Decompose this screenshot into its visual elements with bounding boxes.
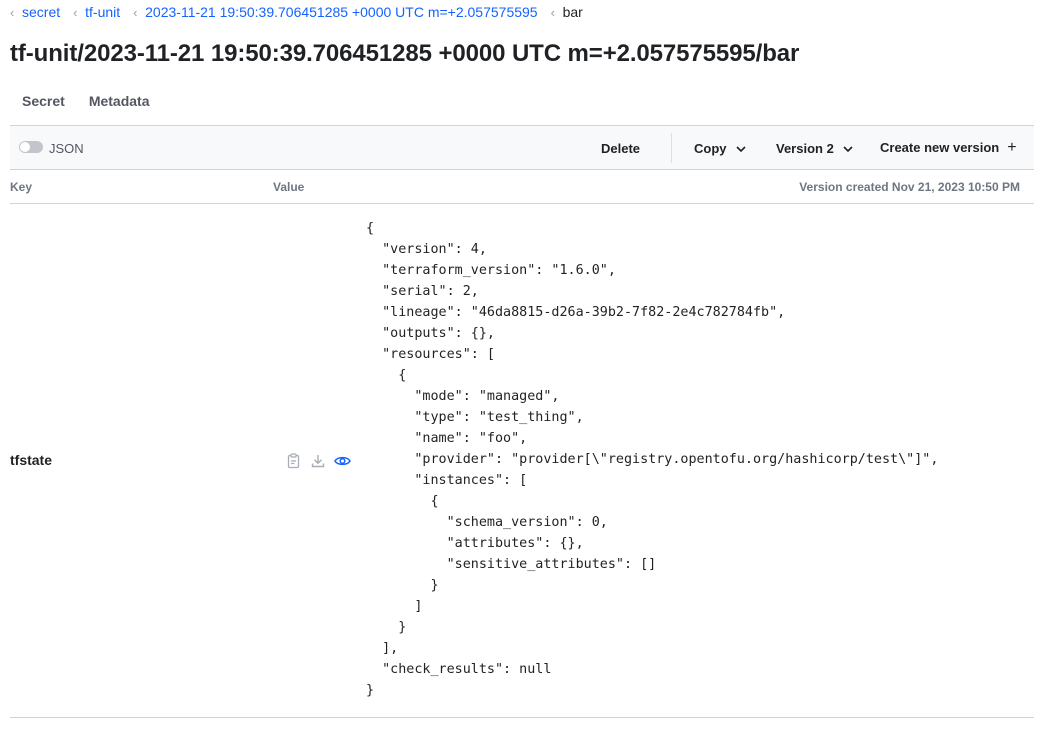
copy-icon[interactable]	[286, 453, 302, 469]
version-created-text: Version created Nov 21, 2023 10:50 PM	[799, 180, 1020, 194]
tab-secret[interactable]: Secret	[22, 93, 65, 109]
copy-dropdown-button[interactable]: Copy	[694, 141, 747, 156]
secret-toolbar: JSON Delete Copy Version 2 Create new ve…	[10, 125, 1034, 170]
version-label: Version 2	[776, 141, 834, 156]
delete-button[interactable]: Delete	[601, 141, 640, 156]
json-toggle[interactable]	[19, 141, 43, 153]
copy-label: Copy	[694, 141, 727, 156]
tab-metadata[interactable]: Metadata	[89, 93, 150, 109]
chevron-down-icon	[735, 145, 746, 152]
value-actions	[286, 453, 358, 469]
secret-detail-page: ‹ secret ‹ tf-unit ‹ 2023-11-21 19:50:39…	[0, 0, 1046, 734]
breadcrumb: ‹ secret ‹ tf-unit ‹ 2023-11-21 19:50:39…	[10, 3, 596, 21]
chevron-left-icon: ‹	[550, 4, 555, 20]
tab-bar: Secret Metadata	[22, 93, 174, 109]
json-toggle-label: JSON	[49, 141, 84, 156]
breadcrumb-item-timestamp: ‹ 2023-11-21 19:50:39.706451285 +0000 UT…	[133, 4, 537, 20]
secret-json-value: { "version": 4, "terraform_version": "1.…	[366, 221, 939, 698]
create-label: Create new version	[880, 140, 1000, 155]
breadcrumb-link-timestamp[interactable]: 2023-11-21 19:50:39.706451285 +0000 UTC …	[145, 4, 537, 20]
eye-icon[interactable]	[334, 453, 351, 469]
breadcrumb-link-secret[interactable]: secret	[22, 4, 60, 20]
breadcrumb-item-tf-unit: ‹ tf-unit	[73, 4, 120, 20]
create-new-version-button[interactable]: Create new version +	[880, 138, 1017, 156]
breadcrumb-current: bar	[562, 4, 583, 20]
plus-icon: +	[1007, 138, 1017, 156]
breadcrumb-link-tf-unit[interactable]: tf-unit	[85, 4, 120, 20]
page-title: tf-unit/2023-11-21 19:50:39.706451285 +0…	[10, 40, 800, 67]
row-divider	[10, 717, 1034, 718]
toggle-knob	[20, 142, 30, 152]
key-column-header: Key	[10, 180, 33, 194]
value-column-header: Value	[273, 180, 305, 194]
chevron-down-icon	[843, 145, 853, 152]
secret-key: tfstate	[10, 452, 53, 468]
version-dropdown-button[interactable]: Version 2	[776, 141, 854, 156]
chevron-left-icon: ‹	[73, 4, 78, 20]
chevron-left-icon: ‹	[133, 4, 138, 20]
toolbar-divider	[671, 133, 672, 163]
chevron-left-icon: ‹	[10, 4, 15, 20]
table-header: Key Value Version created Nov 21, 2023 1…	[10, 171, 1034, 204]
breadcrumb-item-bar: ‹ bar	[551, 4, 583, 20]
download-icon[interactable]	[310, 453, 326, 469]
breadcrumb-item-secret: ‹ secret	[10, 4, 60, 20]
